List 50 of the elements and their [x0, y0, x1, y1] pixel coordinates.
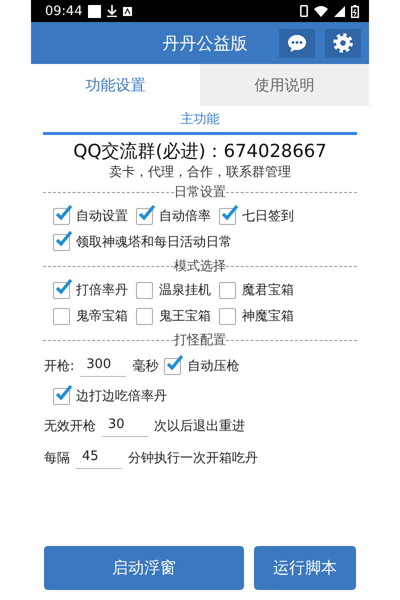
chat-button[interactable]: [279, 28, 315, 58]
field-label: 分钟执行一次开箱吃丹: [128, 450, 258, 467]
input-field[interactable]: 45: [76, 447, 122, 469]
settings-icon: [333, 33, 353, 53]
app-title: 丹丹公益版: [162, 32, 248, 54]
section-header: 模式选择: [174, 258, 226, 275]
checkbox[interactable]: 鬼帝宝箱: [53, 307, 128, 325]
section-header: 日常设置: [174, 184, 226, 201]
check-icon: [138, 204, 155, 220]
checkbox[interactable]: 魔君宝箱: [219, 281, 294, 299]
field-label: 开枪:: [44, 358, 74, 375]
field-label: 毫秒: [132, 358, 158, 375]
check-icon: [55, 204, 72, 220]
section-tab[interactable]: 主功能: [180, 110, 220, 128]
section-header: 打怪配置: [174, 332, 226, 349]
checkbox[interactable]: 边打边吃倍率丹: [53, 387, 167, 405]
phone-icon: [300, 5, 308, 17]
input-field[interactable]: 300: [80, 355, 126, 377]
qq-group-text: QQ交流群(必进)：674028667: [72, 140, 328, 163]
checkbox[interactable]: 神魔宝箱: [219, 307, 294, 325]
signal-icon: [334, 6, 345, 16]
checkbox[interactable]: 自动倍率: [136, 207, 211, 225]
checkbox[interactable]: 打倍率丹: [53, 281, 128, 299]
check-icon: [166, 354, 184, 370]
checkbox[interactable]: 自动压枪: [164, 357, 240, 375]
check-icon: [221, 204, 238, 220]
field-label: 每隔: [44, 450, 70, 467]
checkbox[interactable]: 自动设置: [53, 207, 128, 225]
notification-icon: [88, 4, 102, 18]
contact-note: 卖卡，代理，合作，联系群管理: [108, 164, 292, 181]
action-button[interactable]: 运行脚本: [254, 546, 356, 590]
check-icon: [55, 384, 72, 400]
checkbox[interactable]: 鬼王宝箱: [136, 307, 211, 325]
input-field[interactable]: 30: [102, 415, 148, 437]
check-icon: [55, 230, 72, 246]
field-label: 无效开枪: [44, 418, 96, 435]
settings-button[interactable]: [325, 28, 361, 58]
tab[interactable]: 使用说明: [200, 64, 369, 106]
status-time: 09:44: [45, 4, 82, 18]
check-icon: [55, 278, 72, 294]
checkbox[interactable]: 领取神魂塔和每日活动日常: [53, 233, 232, 251]
battery-icon: [351, 4, 359, 18]
wifi-icon: [314, 6, 328, 16]
action-button[interactable]: 启动浮窗: [44, 546, 244, 590]
checkbox[interactable]: 温泉挂机: [136, 281, 211, 299]
download-icon: [107, 5, 118, 17]
checkbox[interactable]: 七日签到: [219, 207, 294, 225]
field-label: 次以后退出重进: [154, 418, 245, 435]
chat-icon: [287, 34, 307, 52]
app-icon: [123, 6, 132, 16]
